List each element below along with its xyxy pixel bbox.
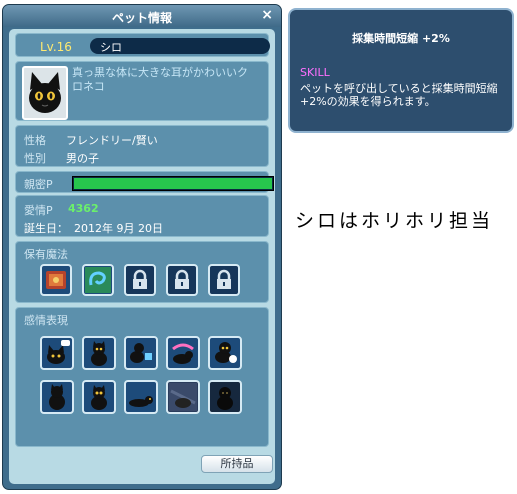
description-panel: 真っ黒な体に大きな耳がかわいいクロネコ: [15, 61, 269, 121]
window-body: Lv.16 シロ 真っ黒な体に大きな耳がかわいいクロネコ 性格 フレンドリー/賢…: [9, 29, 275, 484]
personality-value: フレンドリー/賢い: [66, 134, 158, 147]
cat-back-icon[interactable]: [40, 380, 74, 414]
pet-info-window: ペット情報 × Lv.16 シロ 真っ黒な体に大きな耳がかわいいクロネコ 性格 …: [2, 4, 282, 490]
birthday-label: 誕生日：: [24, 222, 68, 235]
lock-icon: [208, 264, 240, 296]
tooltip-description: ペットを呼び出していると採集時間短縮+2%の効果を得られます。: [300, 82, 498, 108]
title-bar[interactable]: ペット情報 ×: [3, 5, 281, 27]
intimacy-bar: [72, 176, 274, 191]
tooltip-skill-label: SKILL: [300, 66, 330, 79]
pet-name-box: シロ: [90, 38, 270, 54]
personality-label: 性格: [24, 134, 46, 147]
cat-shadow-icon[interactable]: [208, 380, 242, 414]
cat-front-icon[interactable]: [82, 380, 116, 414]
intimacy-panel: 親密P: [15, 171, 274, 193]
pet-description: 真っ黒な体に大きな耳がかわいいクロネコ: [72, 66, 248, 93]
gender-value: 男の子: [66, 152, 99, 165]
caption-text: シロはホリホリ担当: [295, 210, 494, 232]
tooltip-title: 採集時間短縮 +2%: [352, 32, 450, 45]
gender-label: 性別: [24, 152, 46, 165]
magic-label: 保有魔法: [24, 248, 68, 261]
affection-value: 4362: [68, 202, 99, 215]
traits-panel: 性格 フレンドリー/賢い 性別 男の子: [15, 125, 269, 167]
cat-hi-icon[interactable]: [40, 336, 74, 370]
birthday-value: 2012年 9月 20日: [74, 222, 163, 235]
lock-icon: [166, 264, 198, 296]
close-icon[interactable]: ×: [261, 7, 273, 23]
cat-fish-icon[interactable]: [166, 336, 200, 370]
intimacy-bar-fill: [74, 178, 272, 189]
intimacy-label: 親密P: [24, 178, 53, 191]
cat-shock-icon[interactable]: [208, 336, 242, 370]
lock-icon: [124, 264, 156, 296]
cat-dark-icon[interactable]: [166, 380, 200, 414]
pet-name: シロ: [100, 41, 122, 54]
swirl-icon[interactable]: [82, 264, 114, 296]
affection-label: 愛情P: [24, 204, 53, 217]
pet-level: Lv.16: [40, 40, 72, 54]
items-button[interactable]: 所持品: [201, 455, 273, 473]
cat-lying-icon[interactable]: [124, 380, 158, 414]
pet-portrait: [22, 66, 68, 120]
book-icon[interactable]: [40, 264, 72, 296]
name-panel: Lv.16 シロ: [15, 33, 270, 57]
black-cat-portrait-icon: [29, 72, 61, 113]
cat-sit-icon[interactable]: [82, 336, 116, 370]
emote-label: 感情表現: [24, 314, 68, 327]
cat-cup-icon[interactable]: [124, 336, 158, 370]
affection-panel: 愛情P 4362 誕生日： 2012年 9月 20日: [15, 195, 269, 237]
skill-tooltip: 採集時間短縮 +2% SKILL ペットを呼び出していると採集時間短縮+2%の効…: [288, 8, 514, 133]
window-title: ペット情報: [111, 11, 172, 25]
magic-panel: 保有魔法: [15, 241, 269, 303]
emote-panel: 感情表現: [15, 307, 269, 447]
